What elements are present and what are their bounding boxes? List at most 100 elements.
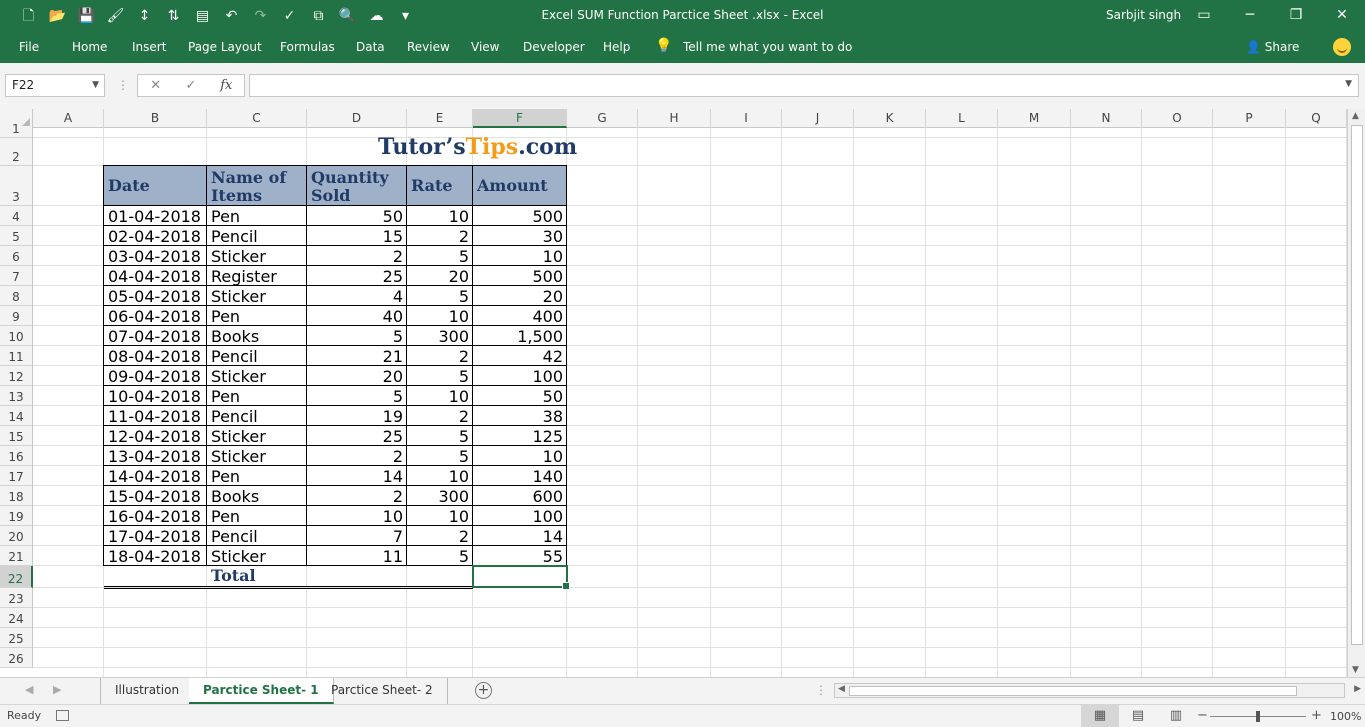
tab-file[interactable]: File [19, 40, 39, 54]
cell-date[interactable]: 15-04-2018 [104, 487, 207, 506]
cell-amount[interactable]: 10 [473, 247, 567, 266]
cell-rate[interactable]: 2 [407, 527, 473, 546]
cell-amount[interactable]: 500 [473, 207, 567, 226]
scroll-left-icon[interactable]: ◀ [838, 684, 845, 694]
name-box[interactable]: F22 ▼ [5, 74, 105, 97]
cell-quantity[interactable]: 2 [307, 247, 407, 266]
header-amount[interactable]: Amount [473, 166, 567, 206]
zoom-slider-thumb[interactable] [1256, 711, 1260, 722]
tab-review[interactable]: Review [407, 40, 450, 54]
cell-date[interactable]: 14-04-2018 [104, 467, 207, 486]
row-header-13[interactable]: 13 [0, 386, 33, 406]
column-header-p[interactable]: P [1213, 109, 1286, 128]
row-header-12[interactable]: 12 [0, 366, 33, 386]
cell-date[interactable]: 12-04-2018 [104, 427, 207, 446]
cell-amount[interactable]: 500 [473, 267, 567, 286]
row-header-25[interactable]: 25 [0, 628, 33, 648]
column-header-k[interactable]: K [854, 109, 926, 128]
cell-amount[interactable]: 55 [473, 547, 567, 566]
cell-amount[interactable]: 42 [473, 347, 567, 366]
cell-rate[interactable]: 20 [407, 267, 473, 286]
active-cell-f22[interactable] [472, 565, 570, 590]
formula-input[interactable]: ▼ [249, 74, 1359, 97]
sheet-tab-practice-2[interactable]: Parctice Sheet- 2 [317, 678, 448, 704]
macro-record-icon[interactable] [56, 710, 69, 721]
cell-quantity[interactable]: 40 [307, 307, 407, 326]
cell-item[interactable]: Pencil [207, 347, 307, 366]
tab-data[interactable]: Data [356, 40, 385, 54]
row-header-15[interactable]: 15 [0, 426, 33, 446]
cell-item[interactable]: Books [207, 327, 307, 346]
row-header-7[interactable]: 7 [0, 266, 33, 286]
user-name[interactable]: Sarbjit singh [1106, 8, 1181, 22]
cell-quantity[interactable]: 2 [307, 487, 407, 506]
row-header-17[interactable]: 17 [0, 466, 33, 486]
horizontal-scroll-thumb[interactable] [849, 686, 1297, 696]
row-header-6[interactable]: 6 [0, 246, 33, 266]
row-header-20[interactable]: 20 [0, 526, 33, 546]
cell-date[interactable]: 13-04-2018 [104, 447, 207, 466]
cell-amount[interactable]: 38 [473, 407, 567, 426]
column-header-q[interactable]: Q [1286, 109, 1347, 128]
cell-amount[interactable]: 100 [473, 507, 567, 526]
normal-view-icon[interactable]: ▦ [1081, 705, 1119, 727]
splitter-icon[interactable]: ⋮ [815, 683, 827, 697]
cell-quantity[interactable]: 11 [307, 547, 407, 566]
cell-date[interactable]: 05-04-2018 [104, 287, 207, 306]
cell-quantity[interactable]: 5 [307, 387, 407, 406]
tab-formulas[interactable]: Formulas [280, 40, 335, 54]
row-header-5[interactable]: 5 [0, 226, 33, 246]
cell-rate[interactable]: 300 [407, 487, 473, 506]
cell-amount[interactable]: 100 [473, 367, 567, 386]
column-header-b[interactable]: B [104, 109, 207, 128]
column-header-n[interactable]: N [1071, 109, 1142, 128]
column-header-c[interactable]: C [207, 109, 307, 128]
cell-amount[interactable]: 140 [473, 467, 567, 486]
cell-item[interactable]: Sticker [207, 447, 307, 466]
enter-icon[interactable]: ✓ [173, 75, 208, 96]
insert-function-icon[interactable]: fx [209, 75, 244, 96]
cell-rate[interactable]: 10 [407, 207, 473, 226]
tab-page-layout[interactable]: Page Layout [188, 40, 262, 54]
cell-amount[interactable]: 400 [473, 307, 567, 326]
cell-date[interactable]: 11-04-2018 [104, 407, 207, 426]
column-header-h[interactable]: H [638, 109, 711, 128]
column-header-g[interactable]: G [567, 109, 638, 128]
cell-rate[interactable]: 300 [407, 327, 473, 346]
page-layout-view-icon[interactable]: ▤ [1119, 705, 1157, 727]
row-header-26[interactable]: 26 [0, 648, 33, 668]
cell-quantity[interactable]: 10 [307, 507, 407, 526]
cell-quantity[interactable]: 4 [307, 287, 407, 306]
cell-quantity[interactable]: 2 [307, 447, 407, 466]
share-button[interactable]: 👤 Share [1246, 40, 1299, 54]
row-header-8[interactable]: 8 [0, 286, 33, 306]
row-header-11[interactable]: 11 [0, 346, 33, 366]
vertical-scrollbar[interactable]: ▲ ▼ [1347, 109, 1365, 677]
cell-item[interactable]: Sticker [207, 427, 307, 446]
row-header-18[interactable]: 18 [0, 486, 33, 506]
cell-quantity[interactable]: 25 [307, 267, 407, 286]
column-header-a[interactable]: A [33, 109, 104, 128]
sheet-tab-practice-1[interactable]: Parctice Sheet- 1 [189, 678, 334, 704]
zoom-level[interactable]: 100% [1330, 710, 1361, 723]
minimize-icon[interactable]: ─ [1227, 0, 1273, 31]
tell-me-search[interactable]: Tell me what you want to do [683, 40, 852, 54]
row-header-22[interactable]: 22 [0, 566, 33, 588]
cell-item[interactable]: Pencil [207, 407, 307, 426]
cell-rate[interactable]: 5 [407, 427, 473, 446]
cell-rate[interactable]: 5 [407, 447, 473, 466]
column-header-i[interactable]: I [711, 109, 782, 128]
cell-rate[interactable]: 2 [407, 227, 473, 246]
column-header-m[interactable]: M [998, 109, 1071, 128]
cell-quantity[interactable]: 5 [307, 327, 407, 346]
cell-amount[interactable]: 125 [473, 427, 567, 446]
cell-item[interactable]: Pen [207, 507, 307, 526]
cell-date[interactable]: 06-04-2018 [104, 307, 207, 326]
column-header-o[interactable]: O [1142, 109, 1213, 128]
cell-rate[interactable]: 5 [407, 367, 473, 386]
cell-amount[interactable]: 1,500 [473, 327, 567, 346]
row-header-10[interactable]: 10 [0, 326, 33, 346]
cell-amount[interactable]: 14 [473, 527, 567, 546]
cell-rate[interactable]: 5 [407, 287, 473, 306]
add-sheet-icon[interactable]: + [475, 682, 492, 699]
